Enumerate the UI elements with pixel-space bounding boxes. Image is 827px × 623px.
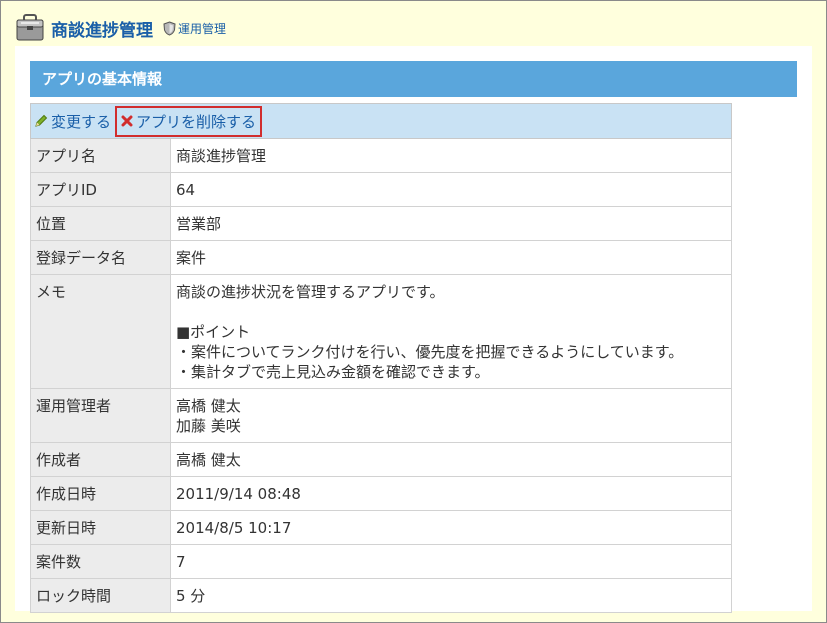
shield-icon bbox=[163, 20, 176, 36]
memo-line: ・集計タブで売上見込み金額を確認できます。 bbox=[176, 363, 490, 381]
value-created-at: 2011/9/14 08:48 bbox=[170, 476, 732, 511]
pencil-icon bbox=[35, 114, 48, 127]
app-title: 商談進捗管理 bbox=[51, 20, 153, 41]
admin-name: 加藤 美咲 bbox=[176, 417, 241, 435]
row-created-at: 作成日時 2011/9/14 08:48 bbox=[30, 476, 732, 511]
label-creator: 作成者 bbox=[30, 442, 171, 477]
app-frame: 商談進捗管理 運用管理 アプリの基本情報 変更する アプリを削除する アプリ名 … bbox=[0, 0, 827, 623]
admin-link[interactable]: 運用管理 bbox=[178, 20, 226, 37]
toolbar-row: 変更する アプリを削除する bbox=[30, 103, 732, 139]
edit-button-label: 変更する bbox=[51, 112, 112, 131]
admin-name: 高橋 健太 bbox=[176, 397, 241, 415]
value-admins: 高橋 健太 加藤 美咲 bbox=[170, 388, 732, 443]
row-lock-time: ロック時間 5 分 bbox=[30, 578, 732, 613]
value-location: 営業部 bbox=[170, 206, 732, 241]
value-app-id: 64 bbox=[170, 172, 732, 207]
page-header: 商談進捗管理 運用管理 bbox=[15, 10, 226, 46]
edit-button[interactable]: 変更する bbox=[34, 111, 111, 132]
label-data-name: 登録データ名 bbox=[30, 240, 171, 275]
row-record-count: 案件数 7 bbox=[30, 544, 732, 579]
label-updated-at: 更新日時 bbox=[30, 510, 171, 545]
memo-blank-line bbox=[176, 302, 726, 322]
label-location: 位置 bbox=[30, 206, 171, 241]
row-updated-at: 更新日時 2014/8/5 10:17 bbox=[30, 510, 732, 545]
memo-line: ■ポイント bbox=[176, 323, 251, 341]
app-info-table: 変更する アプリを削除する アプリ名 商談進捗管理 アプリID 64 位置 営業… bbox=[30, 103, 732, 613]
label-app-id: アプリID bbox=[30, 172, 171, 207]
row-data-name: 登録データ名 案件 bbox=[30, 240, 732, 275]
label-memo: メモ bbox=[30, 274, 171, 389]
value-creator: 高橋 健太 bbox=[170, 442, 732, 477]
value-record-count: 7 bbox=[170, 544, 732, 579]
briefcase-icon bbox=[15, 13, 47, 43]
row-app-id: アプリID 64 bbox=[30, 172, 732, 207]
row-creator: 作成者 高橋 健太 bbox=[30, 442, 732, 477]
row-memo: メモ 商談の進捗状況を管理するアプリです。 ■ポイント ・案件についてランク付け… bbox=[30, 274, 732, 389]
label-record-count: 案件数 bbox=[30, 544, 171, 579]
value-updated-at: 2014/8/5 10:17 bbox=[170, 510, 732, 545]
row-location: 位置 営業部 bbox=[30, 206, 732, 241]
content-panel: アプリの基本情報 変更する アプリを削除する アプリ名 商談進捗管理 アプリID… bbox=[15, 46, 812, 613]
value-app-name: 商談進捗管理 bbox=[170, 138, 732, 173]
delete-app-button-label: アプリを削除する bbox=[136, 112, 257, 131]
label-app-name: アプリ名 bbox=[30, 138, 171, 173]
toolbar: 変更する アプリを削除する bbox=[34, 104, 728, 138]
row-app-name: アプリ名 商談進捗管理 bbox=[30, 138, 732, 173]
label-lock-time: ロック時間 bbox=[30, 578, 171, 613]
label-created-at: 作成日時 bbox=[30, 476, 171, 511]
delete-app-button[interactable]: アプリを削除する bbox=[115, 105, 263, 137]
section-title: アプリの基本情報 bbox=[30, 61, 797, 97]
value-memo: 商談の進捗状況を管理するアプリです。 ■ポイント ・案件についてランク付けを行い… bbox=[170, 274, 732, 389]
memo-line: ・案件についてランク付けを行い、優先度を把握できるようにしています。 bbox=[176, 343, 684, 361]
close-icon bbox=[121, 115, 133, 127]
label-admins: 運用管理者 bbox=[30, 388, 171, 443]
memo-line: 商談の進捗状況を管理するアプリです。 bbox=[176, 283, 445, 301]
value-lock-time: 5 分 bbox=[170, 578, 732, 613]
value-data-name: 案件 bbox=[170, 240, 732, 275]
row-admins: 運用管理者 高橋 健太 加藤 美咲 bbox=[30, 388, 732, 443]
